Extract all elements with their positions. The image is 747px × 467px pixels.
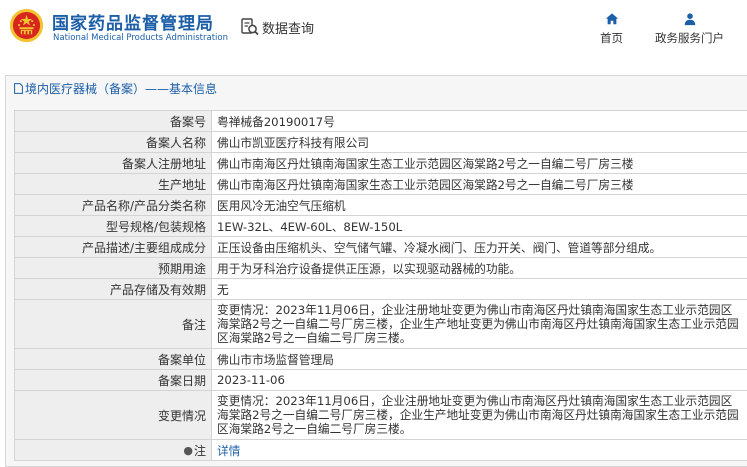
row-value: 1EW-32L、4EW-60L、8EW-150L [217, 219, 403, 234]
table-row: 预期用途 用于为牙科治疗设备提供正压源，以实现驱动器械的功能。 [14, 258, 747, 279]
table-row: 备注 变更情况：2023年11月06日，企业注册地址变更为佛山市南海区丹灶镇南海… [14, 300, 747, 349]
row-label: 备案人名称 [14, 132, 212, 152]
row-label: 生产地址 [14, 174, 212, 194]
record-table: 备案号 粤禅械备20190017号 备案人名称 佛山市凯亚医疗科技有限公司 备案… [14, 110, 747, 461]
note-label: 注 [193, 443, 206, 458]
breadcrumb-text: 境内医疗器械（备案）——基本信息 [25, 81, 218, 96]
row-label: 备案日期 [14, 370, 212, 390]
row-label: 产品名称/产品分类名称 [14, 195, 212, 215]
data-query-link[interactable]: 数据查询 [240, 16, 314, 38]
row-label: 产品存储及有效期 [14, 279, 212, 299]
site-title-cn: 国家药品监督管理局 [52, 14, 214, 34]
table-row: ● 注 详情 [14, 440, 747, 461]
table-row: 备案人注册地址 佛山市南海区丹灶镇南海国家生态工业示范园区海棠路2号之一自编二号… [14, 153, 747, 174]
row-value: 粤禅械备20190017号 [217, 114, 335, 129]
row-label: 预期用途 [14, 258, 212, 278]
row-label: 备案人注册地址 [14, 153, 212, 173]
row-value: 佛山市南海区丹灶镇南海国家生态工业示范园区海棠路2号之一自编二号厂房三楼 [217, 156, 634, 171]
nav-home[interactable]: 首页 [600, 12, 623, 46]
row-label: 备案单位 [14, 349, 212, 369]
nav-service-portal[interactable]: 政务服务门户 [655, 12, 724, 46]
row-value: 无 [217, 282, 229, 297]
data-query-label: 数据查询 [262, 21, 315, 37]
row-value: 医用风冷无油空气压缩机 [217, 198, 346, 213]
site-header: 国家药品监督管理局 National Medical Products Admi… [0, 0, 747, 66]
row-label: 备注 [14, 300, 212, 348]
row-label: 型号规格/包装规格 [14, 216, 212, 236]
row-label: 变更情况 [14, 391, 212, 439]
nav-home-label: 首页 [600, 31, 623, 45]
table-row: 备案人名称 佛山市凯亚医疗科技有限公司 [14, 132, 747, 153]
site-title-en: National Medical Products Administration [53, 33, 228, 43]
table-row: 产品存储及有效期 无 [14, 279, 747, 300]
nav-service-label: 政务服务门户 [655, 31, 724, 45]
table-row: 备案单位 佛山市市场监督管理局 [14, 349, 747, 370]
table-row: 变更情况 变更情况：2023年11月06日，企业注册地址变更为佛山市南海区丹灶镇… [14, 391, 747, 440]
note-label-cell: ● 注 [14, 440, 212, 460]
data-search-icon [241, 18, 259, 36]
row-value: 佛山市南海区丹灶镇南海国家生态工业示范园区海棠路2号之一自编二号厂房三楼 [217, 177, 634, 192]
user-icon [684, 13, 695, 26]
row-value: 佛山市市场监督管理局 [217, 352, 334, 367]
breadcrumb: 境内医疗器械（备案）——基本信息 [14, 80, 217, 96]
table-row: 产品描述/主要组成成分 正压设备由压缩机头、空气储气罐、冷凝水阀门、压力开关、阀… [14, 237, 747, 258]
home-icon [605, 13, 618, 25]
table-row: 备案日期 2023-11-06 [14, 370, 747, 391]
row-value: 2023-11-06 [217, 373, 285, 387]
table-row: 生产地址 佛山市南海区丹灶镇南海国家生态工业示范园区海棠路2号之一自编二号厂房三… [14, 174, 747, 195]
row-label: 备案号 [14, 111, 212, 131]
row-label: 产品描述/主要组成成分 [14, 237, 212, 257]
table-row: 型号规格/包装规格 1EW-32L、4EW-60L、8EW-150L [14, 216, 747, 237]
table-row: 产品名称/产品分类名称 医用风冷无油空气压缩机 [14, 195, 747, 216]
row-value: 佛山市凯亚医疗科技有限公司 [217, 135, 369, 150]
document-icon [14, 82, 23, 94]
row-value: 用于为牙科治疗设备提供正压源，以实现驱动器械的功能。 [217, 261, 521, 276]
details-link[interactable]: 详情 [212, 440, 747, 460]
row-value: 变更情况：2023年11月06日，企业注册地址变更为佛山市南海区丹灶镇南海国家生… [217, 394, 739, 436]
national-emblem-icon [9, 8, 44, 43]
bulb-icon: ● [183, 443, 193, 457]
row-value: 变更情况：2023年11月06日，企业注册地址变更为佛山市南海区丹灶镇南海国家生… [217, 303, 739, 345]
row-value: 正压设备由压缩机头、空气储气罐、冷凝水阀门、压力开关、阀门、管道等部分组成。 [217, 240, 662, 255]
table-row: 备案号 粤禅械备20190017号 [14, 111, 747, 132]
